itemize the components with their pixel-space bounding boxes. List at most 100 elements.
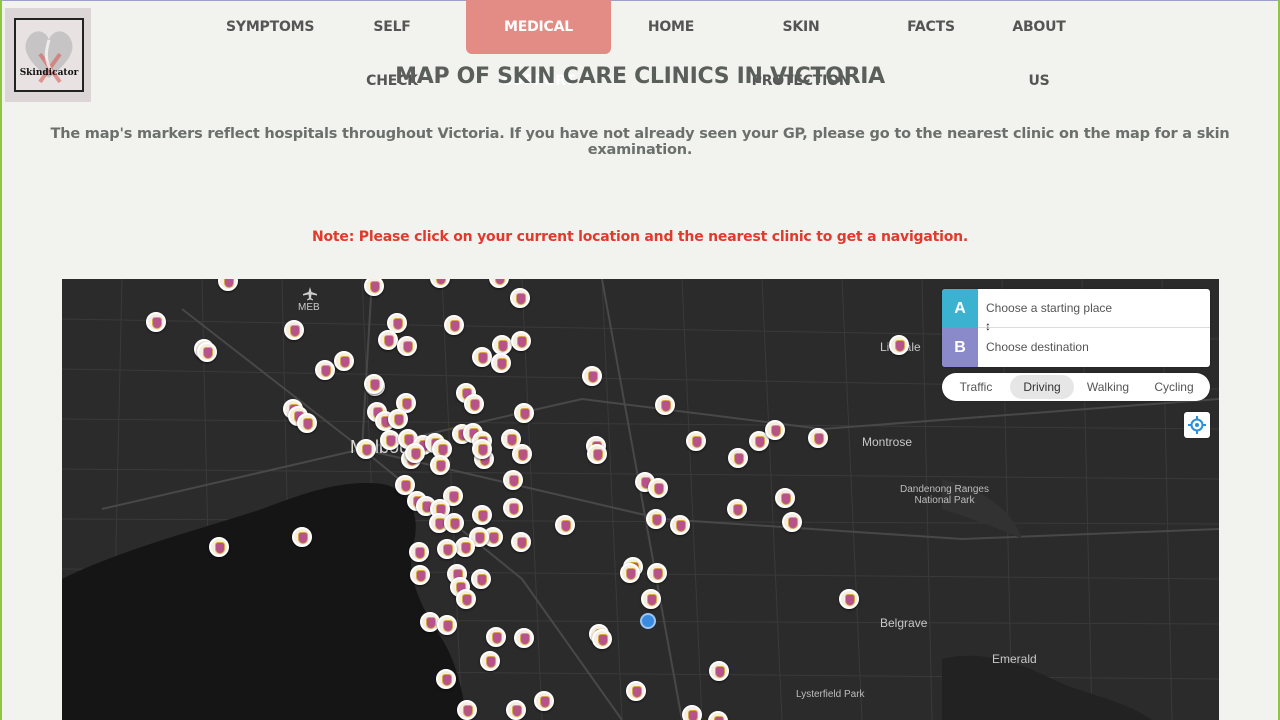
clinic-marker[interactable] xyxy=(511,532,531,552)
profile-driving[interactable]: Driving xyxy=(1010,375,1074,399)
nav-facts[interactable]: FACTS xyxy=(905,0,957,54)
clinic-marker[interactable] xyxy=(405,443,425,463)
clinic-marker[interactable] xyxy=(670,515,690,535)
clinic-marker[interactable] xyxy=(486,627,506,647)
clinic-marker[interactable] xyxy=(472,505,492,525)
origin-tag: A xyxy=(942,289,978,328)
clinic-marker[interactable] xyxy=(380,430,400,450)
clinic-marker[interactable] xyxy=(292,527,312,547)
intro-text: The map's markers reflect hospitals thro… xyxy=(50,126,1230,158)
clinic-marker[interactable] xyxy=(436,669,456,689)
origin-input[interactable] xyxy=(986,289,1206,328)
clinic-marker[interactable] xyxy=(728,448,748,468)
clinic-marker[interactable] xyxy=(472,439,492,459)
map-label-montrose: Montrose xyxy=(862,435,913,449)
clinic-marker[interactable] xyxy=(592,629,612,649)
clinic-marker[interactable] xyxy=(555,515,575,535)
nav-medical-support[interactable]: MEDICAL SUPPORT xyxy=(466,0,611,89)
directions-panel: A ↕ B xyxy=(942,289,1210,367)
clinic-marker[interactable] xyxy=(682,705,702,720)
navigation-note: Note: Please click on your current locat… xyxy=(311,229,968,245)
profile-selector: Traffic Driving Walking Cycling xyxy=(942,373,1210,401)
clinic-marker[interactable] xyxy=(775,488,795,508)
clinic-marker[interactable] xyxy=(839,589,859,609)
clinic-marker[interactable] xyxy=(587,444,607,464)
clinic-marker[interactable] xyxy=(534,691,554,711)
clinic-marker[interactable] xyxy=(655,395,675,415)
map-label-dandenong: Dandenong Ranges National Park xyxy=(900,484,989,506)
clinic-marker[interactable] xyxy=(491,353,511,373)
clinic-marker[interactable] xyxy=(456,589,476,609)
clinic-marker[interactable] xyxy=(582,366,602,386)
clinic-marker[interactable] xyxy=(506,700,526,720)
clinic-marker[interactable] xyxy=(709,661,729,681)
clinic-marker[interactable] xyxy=(146,312,166,332)
clinic-marker[interactable] xyxy=(409,542,429,562)
clinic-marker[interactable] xyxy=(492,335,512,355)
profile-traffic[interactable]: Traffic xyxy=(944,375,1008,399)
clinic-marker[interactable] xyxy=(464,394,484,414)
clinic-marker[interactable] xyxy=(334,351,354,371)
clinic-marker[interactable] xyxy=(410,565,430,585)
clinic-marker[interactable] xyxy=(356,439,376,459)
clinic-marker[interactable] xyxy=(641,589,661,609)
clinic-marker[interactable] xyxy=(503,498,523,518)
clinic-marker[interactable] xyxy=(197,342,217,362)
profile-walking[interactable]: Walking xyxy=(1076,375,1140,399)
clinic-marker[interactable] xyxy=(297,413,317,433)
map-label-lysterfield: Lysterfield Park xyxy=(796,689,865,700)
page-title: MAP OF SKIN CARE CLINICS IN VICTORIA xyxy=(395,64,885,89)
crosshair-icon xyxy=(1188,416,1206,434)
profile-cycling[interactable]: Cycling xyxy=(1142,375,1206,399)
destination-tag: B xyxy=(942,328,978,367)
clinic-marker[interactable] xyxy=(437,615,457,635)
clinic-marker[interactable] xyxy=(889,335,909,355)
clinic-marker[interactable] xyxy=(388,409,408,429)
nav-about-us[interactable]: ABOUT US xyxy=(1002,0,1076,89)
clinic-marker[interactable] xyxy=(444,315,464,335)
current-location-dot[interactable] xyxy=(640,613,656,629)
clinic-marker[interactable] xyxy=(765,420,785,440)
map-label-airport: MEB xyxy=(298,302,320,313)
clinic-marker[interactable] xyxy=(511,331,531,351)
clinic-marker[interactable] xyxy=(480,651,500,671)
clinic-marker[interactable] xyxy=(620,563,640,583)
clinic-marker[interactable] xyxy=(437,539,457,559)
geolocate-button[interactable] xyxy=(1184,412,1210,438)
clinic-marker[interactable] xyxy=(514,628,534,648)
airport-icon xyxy=(303,287,317,301)
map-label-emerald: Emerald xyxy=(992,652,1037,666)
clinic-marker[interactable] xyxy=(315,360,335,380)
frame-left-border xyxy=(0,0,2,720)
clinic-marker[interactable] xyxy=(397,336,417,356)
clinic-marker[interactable] xyxy=(648,478,668,498)
clinic-marker[interactable] xyxy=(727,499,747,519)
clinic-marker[interactable] xyxy=(646,509,666,529)
clinic-marker[interactable] xyxy=(284,320,304,340)
clinic-marker[interactable] xyxy=(510,288,530,308)
nav-home[interactable]: HOME xyxy=(640,0,702,54)
clinic-marker[interactable] xyxy=(364,374,384,394)
clinic-marker[interactable] xyxy=(782,512,802,532)
nav-skin-protection[interactable]: SKIN PROTECTION xyxy=(742,0,860,89)
clinic-marker[interactable] xyxy=(209,537,229,557)
clinic-marker[interactable] xyxy=(808,428,828,448)
clinic-marker[interactable] xyxy=(472,347,492,367)
clinic-marker[interactable] xyxy=(444,513,464,533)
clinic-map[interactable]: MEB Melbourne Lilydale Montrose Dandenon… xyxy=(62,279,1219,720)
clinic-marker[interactable] xyxy=(512,444,532,464)
nav-symptoms[interactable]: SYMPTOMS xyxy=(226,0,314,54)
clinic-marker[interactable] xyxy=(471,569,491,589)
clinic-marker[interactable] xyxy=(455,537,475,557)
clinic-marker[interactable] xyxy=(457,700,477,720)
clinic-marker[interactable] xyxy=(626,681,646,701)
clinic-marker[interactable] xyxy=(647,563,667,583)
nav-self-check[interactable]: SELF CHECK xyxy=(352,0,432,89)
map-label-belgrave: Belgrave xyxy=(880,616,928,630)
clinic-marker[interactable] xyxy=(503,470,523,490)
clinic-marker[interactable] xyxy=(378,330,398,350)
clinic-marker[interactable] xyxy=(514,403,534,423)
destination-input[interactable] xyxy=(986,328,1206,367)
clinic-marker[interactable] xyxy=(430,455,450,475)
clinic-marker[interactable] xyxy=(686,431,706,451)
